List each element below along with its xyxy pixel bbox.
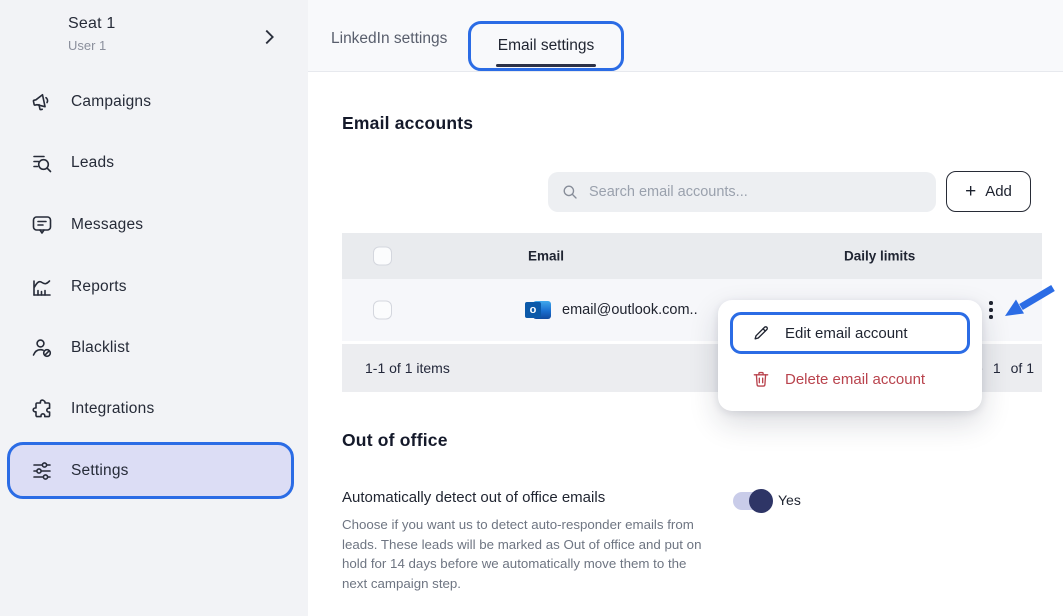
search-input[interactable] [589,184,923,200]
pencil-icon [751,323,771,343]
column-header-daily-limits: Daily limits [844,249,915,264]
menu-item-label: Edit email account [785,325,908,342]
sidebar-item-label: Blacklist [71,339,130,357]
email-accounts-heading: Email accounts [342,113,473,134]
plus-icon: + [965,182,976,201]
auto-detect-toggle[interactable] [733,492,770,510]
select-all-checkbox[interactable] [373,247,392,266]
sidebar-item-campaigns[interactable]: Campaigns [30,86,151,118]
row-email-address: email@outlook.com.. [562,302,698,318]
items-range-text: 1-1 of 1 items [365,360,450,376]
sidebar-item-label: Leads [71,154,114,172]
sidebar-item-label: Integrations [71,400,154,418]
lead-search-icon [30,151,54,175]
puzzle-icon [30,397,54,421]
pagination-total: of 1 [1011,360,1034,376]
menu-item-label: Delete email account [785,371,925,388]
sidebar: Seat 1 User 1 Campaigns [0,0,308,616]
screen: Seat 1 User 1 Campaigns [0,0,1063,616]
annotation-arrow [996,283,1058,323]
add-button-label: Add [985,183,1012,200]
out-of-office-heading: Out of office [342,430,448,451]
sidebar-item-blacklist[interactable]: Blacklist [30,332,130,364]
sidebar-item-label: Campaigns [71,93,151,111]
message-bubble-icon [30,213,54,237]
search-email-accounts[interactable] [548,172,936,212]
toggle-knob [749,489,773,513]
outlook-icon: o [525,299,552,321]
tab-email-settings[interactable]: Email settings [498,37,594,54]
chart-icon [30,275,54,299]
row-checkbox[interactable] [373,301,392,320]
sidebar-item-settings[interactable]: Settings [30,455,129,487]
sidebar-item-integrations[interactable]: Integrations [30,393,154,425]
auto-detect-description: Choose if you want us to detect auto-res… [342,515,702,593]
seat-switcher[interactable]: Seat 1 User 1 [68,15,115,53]
sidebar-item-messages[interactable]: Messages [30,209,143,241]
add-email-account-button[interactable]: + Add [946,171,1031,212]
edit-item-highlight: Edit email account [730,312,970,354]
toggle-state-label: Yes [778,492,801,508]
active-tab-underline [496,64,596,67]
table-header-row: Email Daily limits [342,233,1042,279]
column-header-email: Email [528,249,564,264]
sidebar-item-label: Settings [71,462,129,480]
tab-email-settings-highlight[interactable]: Email settings [468,21,624,71]
megaphone-icon [30,90,54,114]
menu-item-delete-email-account[interactable]: Delete email account [718,360,982,398]
blocked-user-icon [30,336,54,360]
seat-subtitle: User 1 [68,38,115,53]
pagination-current-page: 1 [993,360,1001,376]
chevron-right-icon[interactable] [258,26,280,48]
sidebar-item-label: Reports [71,278,127,296]
trash-icon [751,369,771,389]
row-actions-menu: Edit email account Delete email account [718,300,982,411]
sidebar-item-leads[interactable]: Leads [30,147,114,179]
tab-linkedin-settings[interactable]: LinkedIn settings [331,30,447,48]
auto-detect-label: Automatically detect out of office email… [342,489,605,506]
sidebar-item-reports[interactable]: Reports [30,271,127,303]
menu-item-edit-email-account[interactable]: Edit email account [733,315,967,351]
search-icon [561,183,579,201]
seat-title: Seat 1 [68,15,115,33]
sliders-icon [30,459,54,483]
sidebar-item-label: Messages [71,216,143,234]
